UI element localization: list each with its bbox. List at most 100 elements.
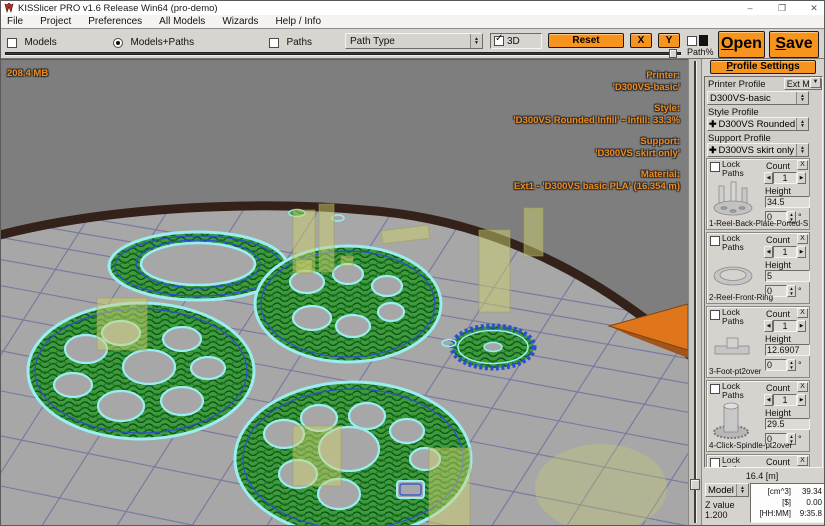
models-checkbox[interactable] (7, 38, 17, 48)
model-panel-1: LockPaths Count X ◀ ▶ Height ▲▼ (706, 158, 810, 230)
lock-paths-checkbox[interactable] (710, 162, 720, 172)
check-icon: ✓ (495, 34, 503, 44)
menu-project[interactable]: Project (40, 16, 71, 27)
slice-summary-overlay: Printer: 'D300VS-basic' Style: 'D300VS R… (513, 70, 680, 192)
kisslicer-window: KISSlicer PRO v1.6 Release Win64 (pro-de… (0, 0, 825, 526)
remove-model-button[interactable]: X (797, 382, 808, 392)
save-button[interactable]: Save (769, 31, 819, 58)
rotate-x-button[interactable]: X (630, 33, 652, 48)
view-3d-box: ✓ 3D (490, 33, 542, 49)
view-3d-checkbox[interactable]: ✓ (494, 36, 504, 46)
stat-value: 9:35.8 (791, 508, 822, 519)
rotate-y-button[interactable]: Y (658, 33, 680, 48)
paths-checkbox[interactable] (269, 38, 279, 48)
menu-all-models[interactable]: All Models (159, 16, 205, 27)
z-layer-slider-track (694, 61, 697, 523)
models-scroll-area: Printer Profile Ext Matl D300VS-basic ▲▼… (704, 76, 823, 468)
menu-preferences[interactable]: Preferences (88, 16, 142, 27)
scroll-down-icon[interactable]: ▼ (810, 77, 821, 88)
count-decrement-button[interactable]: ◀ (764, 172, 773, 184)
count-label: Count (766, 161, 790, 171)
path-type-dropdown[interactable]: Path Type ▲▼ (345, 33, 483, 49)
count-label: Count (766, 309, 790, 319)
lock-paths-checkbox[interactable] (710, 236, 720, 246)
lock-paths-checkbox[interactable] (710, 384, 720, 394)
height-field[interactable] (765, 344, 810, 356)
remove-model-button[interactable]: X (797, 160, 808, 170)
reset-button[interactable]: Reset (548, 33, 624, 48)
title-bar: KISSlicer PRO v1.6 Release Win64 (pro-de… (1, 1, 824, 15)
close-button[interactable]: ✕ (808, 1, 820, 15)
height-field[interactable] (765, 196, 810, 208)
support-profile-label: Support Profile (706, 132, 810, 143)
plus-icon: ✚ (708, 145, 717, 156)
count-field[interactable] (773, 246, 797, 258)
app-logo-icon (4, 3, 14, 13)
support-value: 'D300VS skirt only' (513, 148, 680, 160)
count-increment-button[interactable]: ▶ (797, 394, 806, 406)
printer-profile-dropdown[interactable]: D300VS-basic ▲▼ (707, 91, 809, 105)
path-pct-slider[interactable] (5, 49, 681, 58)
style-profile-spinner-icon[interactable]: ▲▼ (796, 118, 808, 130)
count-decrement-button[interactable]: ◀ (764, 246, 773, 258)
count-increment-button[interactable]: ▶ (797, 172, 806, 184)
stat-unit: [HH:MM] (753, 508, 791, 519)
minimize-button[interactable]: – (744, 1, 756, 15)
style-profile-dropdown[interactable]: ✚ D300VS Rounded inf ▲▼ (707, 117, 809, 131)
printer-profile-spinner-icon[interactable]: ▲▼ (796, 92, 808, 104)
count-increment-button[interactable]: ▶ (797, 320, 806, 332)
style-label: Style: (513, 103, 680, 115)
printer-profile-label: Printer Profile Ext Matl (706, 78, 810, 91)
view-3d-label: 3D (507, 36, 520, 47)
support-profile-value: D300VS skirt only (717, 145, 796, 156)
count-label: Count (766, 235, 790, 245)
open-button[interactable]: Open (718, 31, 765, 58)
model-name: 3-Foot-pt2over (709, 367, 809, 376)
lock-paths-label: LockPaths (722, 160, 744, 178)
menu-help-info[interactable]: Help / Info (275, 16, 321, 27)
main-area: 208.4 MB Printer: 'D300VS-basic' Style: … (1, 59, 825, 526)
window-title: KISSlicer PRO v1.6 Release Win64 (pro-de… (18, 3, 218, 14)
stat-unit: [$] (753, 497, 791, 508)
count-decrement-button[interactable]: ◀ (764, 394, 773, 406)
count-field[interactable] (773, 320, 797, 332)
path-pct-checkbox[interactable] (687, 36, 697, 46)
z-value-label: Z value (705, 500, 735, 510)
support-profile-spinner-icon[interactable]: ▲▼ (796, 144, 808, 156)
lock-paths-checkbox[interactable] (710, 458, 720, 468)
plus-icon: ✚ (708, 119, 717, 130)
models-paths-radio[interactable] (113, 38, 123, 48)
height-label: Height (765, 334, 791, 344)
lock-paths-checkbox[interactable] (710, 310, 720, 320)
model-thumbnail (709, 326, 759, 366)
remove-model-button[interactable]: X (797, 234, 808, 244)
remove-model-button[interactable]: X (797, 308, 808, 318)
count-decrement-button[interactable]: ◀ (764, 320, 773, 332)
count-field[interactable] (773, 394, 797, 406)
lock-paths-label: LockPaths (722, 234, 744, 252)
support-profile-dropdown[interactable]: ✚ D300VS skirt only ▲▼ (707, 143, 809, 157)
path-type-spinner-icon[interactable]: ▲▼ (470, 34, 482, 48)
models-label: Models (24, 37, 56, 48)
height-field[interactable] (765, 418, 810, 430)
stats-model-dropdown[interactable]: Model ▲▼ (705, 483, 749, 497)
models-paths-label: Models+Paths (130, 37, 194, 48)
count-increment-button[interactable]: ▶ (797, 246, 806, 258)
model-name: 2-Reel-Front-Ring (709, 293, 809, 302)
lock-paths-label: LockPaths (722, 456, 744, 468)
menu-wizards[interactable]: Wizards (222, 16, 258, 27)
remove-model-button[interactable]: X (797, 456, 808, 466)
style-profile-label: Style Profile (706, 106, 810, 117)
z-layer-slider[interactable] (688, 59, 701, 526)
menu-file[interactable]: File (7, 16, 23, 27)
stats-model-spinner-icon[interactable]: ▲▼ (736, 484, 748, 496)
model-thumbnail (709, 400, 759, 440)
path-pct-slider-thumb[interactable] (669, 49, 677, 58)
viewport-3d[interactable]: 208.4 MB Printer: 'D300VS-basic' Style: … (1, 59, 688, 526)
count-field[interactable] (773, 172, 797, 184)
height-field[interactable] (765, 270, 810, 282)
profile-settings-button[interactable]: Profile Settings (710, 60, 816, 74)
z-value: 1.200 (705, 510, 728, 520)
maximize-button[interactable]: ❐ (776, 1, 788, 15)
z-layer-slider-thumb[interactable] (690, 479, 700, 490)
